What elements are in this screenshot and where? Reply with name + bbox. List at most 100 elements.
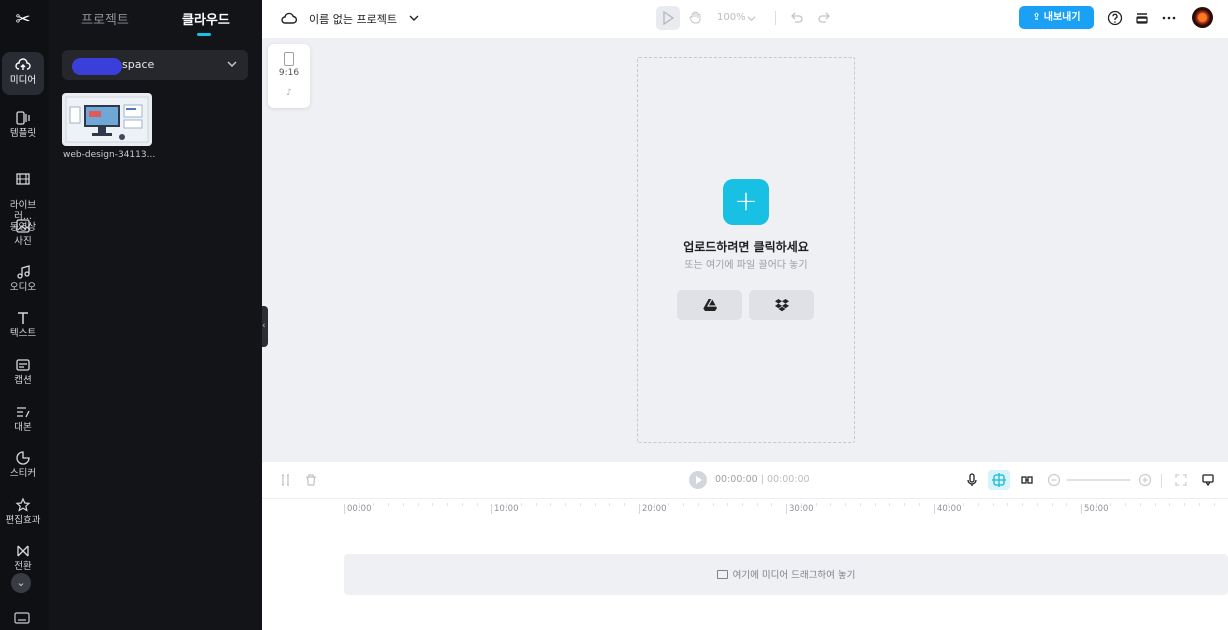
split-icon[interactable] <box>278 473 292 487</box>
fullscreen-icon[interactable] <box>1174 473 1188 487</box>
file-name: web-design-34113... <box>63 150 156 160</box>
minor-tick <box>1125 503 1127 506</box>
aspect-ratio-card[interactable]: 9:16 ♪ <box>268 44 310 108</box>
minor-tick <box>1110 503 1112 506</box>
undo-icon[interactable] <box>790 11 804 25</box>
minor-tick <box>506 503 508 506</box>
minor-tick <box>550 503 552 506</box>
keyboard-icon[interactable] <box>14 611 30 625</box>
rail-item-script[interactable]: 대본 <box>2 404 44 433</box>
avatar[interactable] <box>1192 7 1213 28</box>
rail-item-photos[interactable]: 사진 <box>2 218 44 247</box>
dropbox-button[interactable] <box>749 290 814 320</box>
upload-subtitle: 또는 여기에 파일 끌어다 놓기 <box>684 260 808 271</box>
feedback-icon[interactable] <box>1201 473 1215 487</box>
minor-tick <box>609 503 611 506</box>
select-tool-button[interactable] <box>656 6 680 30</box>
rail-label-stickers: 스티커 <box>9 468 37 479</box>
drop-label: 여기에 미디어 드래그하여 놓기 <box>344 567 1228 581</box>
zoom-slider[interactable] <box>1067 479 1130 481</box>
magnet-toggle[interactable] <box>988 470 1010 490</box>
rail-item-effects[interactable]: 편집효과 <box>2 497 44 526</box>
minor-tick <box>1066 503 1068 506</box>
sticker-icon <box>16 451 30 465</box>
music-icon <box>17 265 30 279</box>
more-icon[interactable] <box>1161 10 1177 26</box>
timeline-drop-zone[interactable]: 여기에 미디어 드래그하여 놓기 <box>344 554 1228 595</box>
help-icon[interactable] <box>1107 10 1123 26</box>
tick-mark <box>344 504 345 514</box>
google-drive-button[interactable] <box>677 290 742 320</box>
minor-tick <box>358 503 360 506</box>
layers-icon[interactable] <box>1134 10 1150 26</box>
rail-item-captions[interactable]: 캡션 <box>2 357 44 386</box>
space-label: space <box>122 58 155 71</box>
minor-tick <box>1154 503 1156 506</box>
chevron-down-icon[interactable] <box>747 14 756 23</box>
dropbox-icon <box>775 299 789 312</box>
app-logo[interactable]: ✂ <box>12 9 34 31</box>
space-selector[interactable]: space <box>62 50 248 80</box>
caption-icon <box>16 359 30 371</box>
transition-icon <box>17 545 29 557</box>
minor-tick <box>388 503 390 506</box>
pointer-icon <box>663 10 675 26</box>
tab-projects[interactable]: 프로젝트 <box>81 9 129 28</box>
film-icon <box>16 173 30 185</box>
file-thumbnail[interactable] <box>62 93 152 146</box>
rail-item-templates[interactable]: 템플릿 <box>2 110 44 139</box>
rail-item-transitions[interactable]: 전환 <box>2 543 44 572</box>
microphone-icon[interactable] <box>965 473 979 487</box>
minor-tick <box>830 503 832 506</box>
rail-label-media: 미디어 <box>9 75 37 86</box>
cloud-upload-icon <box>15 58 31 70</box>
rail-item-stickers[interactable]: 스티커 <box>2 450 44 479</box>
total-time: 00:00:00 <box>766 474 810 485</box>
panel-tabs: 프로젝트 클라우드 <box>49 0 262 40</box>
tab-cloud[interactable]: 클라우드 <box>182 9 230 28</box>
project-title[interactable]: 이름 없는 프로젝트 <box>309 11 397 27</box>
text-icon <box>18 312 28 324</box>
chevron-down-icon[interactable] <box>409 13 419 23</box>
panel-collapse-handle[interactable]: ‹ <box>262 306 268 347</box>
minor-tick <box>461 503 463 506</box>
minor-tick <box>417 503 419 506</box>
tick-mark <box>1081 504 1082 514</box>
upload-button[interactable]: + <box>723 179 769 225</box>
top-bar: 이름 없는 프로젝트 100% ⇪ 내보내기 <box>262 0 1228 38</box>
minor-tick <box>476 503 478 506</box>
tick-mark <box>934 504 935 514</box>
export-button[interactable]: ⇪ 내보내기 <box>1019 6 1094 29</box>
zoom-out-icon[interactable] <box>1047 473 1061 487</box>
minor-tick <box>815 503 817 506</box>
chevron-down-icon <box>227 61 237 67</box>
minor-tick <box>653 503 655 506</box>
minor-tick <box>535 503 537 506</box>
rail-expand-button[interactable]: ⌄ <box>11 573 31 593</box>
rail-item-text[interactable]: 텍스트 <box>2 310 44 339</box>
redo-icon[interactable] <box>817 11 831 25</box>
link-icon[interactable] <box>1020 473 1034 487</box>
tick-mark <box>491 504 492 514</box>
minor-tick <box>697 503 699 506</box>
minor-tick <box>1007 503 1009 506</box>
trash-icon[interactable] <box>304 473 318 487</box>
tick-mark <box>639 504 640 514</box>
zoom-level[interactable]: 100% <box>717 12 746 23</box>
minor-tick <box>402 503 404 506</box>
minor-tick <box>565 503 567 506</box>
upload-title: 업로드하려면 클릭하세요 <box>683 240 809 254</box>
rail-label-photos: 사진 <box>14 236 32 247</box>
google-drive-icon <box>703 298 717 311</box>
hand-icon[interactable] <box>688 10 702 24</box>
play-button[interactable] <box>689 471 707 489</box>
timecode: 00:00:00 | 00:00:00 <box>715 474 810 485</box>
redacted-space-name <box>72 58 122 75</box>
minor-tick <box>845 503 847 506</box>
rail-label-audio: 오디오 <box>9 282 37 293</box>
rail-label-script: 대본 <box>14 422 32 433</box>
aspect-ratio-label: 9:16 <box>278 68 300 78</box>
rail-item-media[interactable]: 미디어 <box>2 52 44 95</box>
zoom-in-icon[interactable] <box>1138 473 1152 487</box>
rail-item-audio[interactable]: 오디오 <box>2 264 44 293</box>
